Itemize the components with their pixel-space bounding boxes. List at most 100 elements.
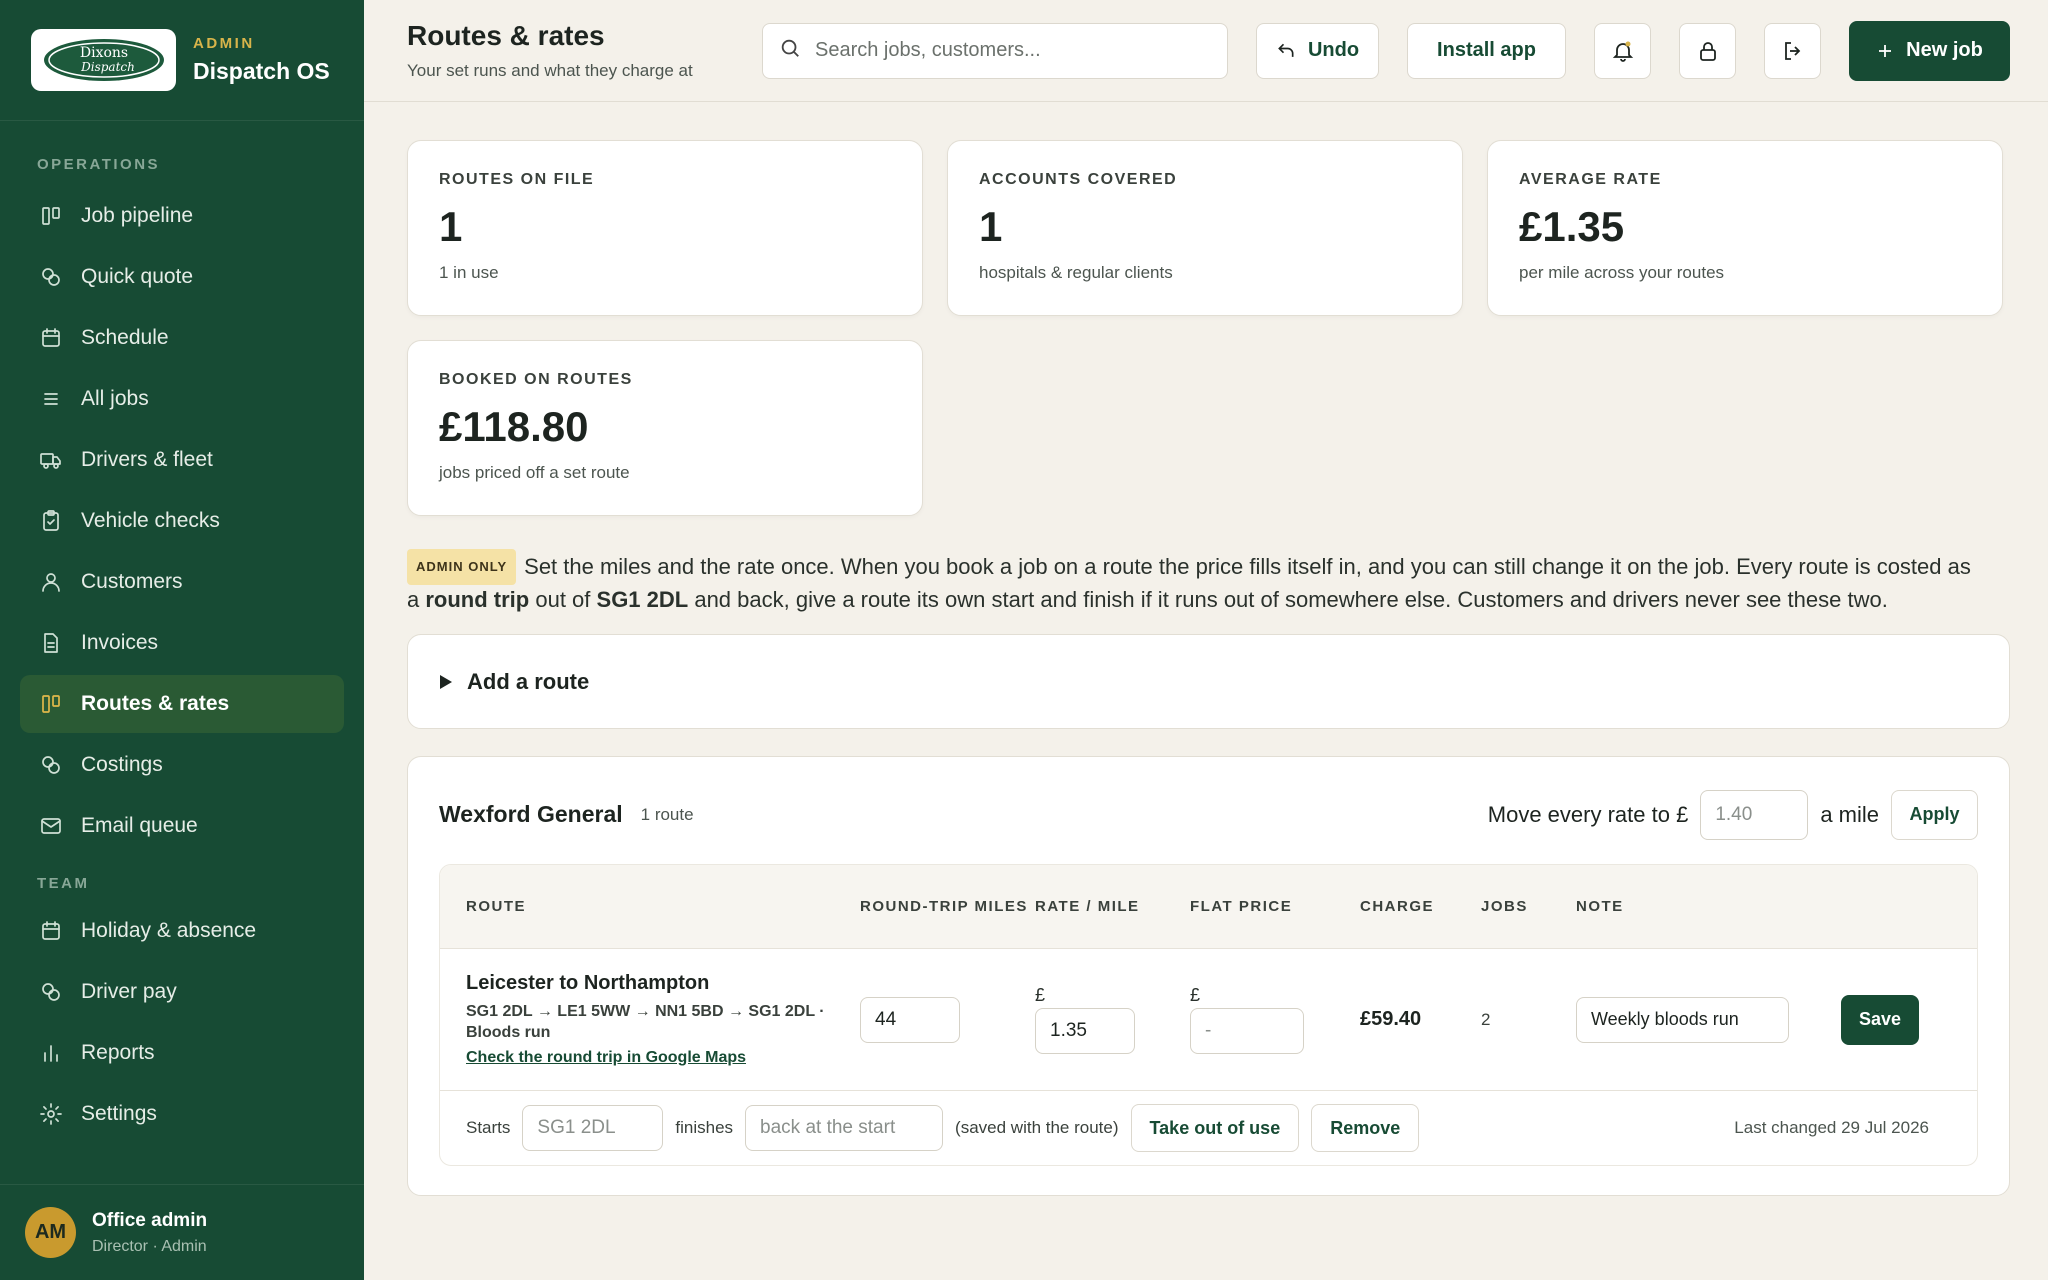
take-out-of-use-button[interactable]: Take out of use [1130,1104,1300,1152]
flat-currency: £ [1190,985,1201,1005]
brand: Dixons Dispatch ADMIN Dispatch OS [0,0,364,121]
flat-price-input[interactable] [1190,1008,1304,1054]
stat-label: ACCOUNTS COVERED [979,171,1178,188]
pipeline-icon [37,202,65,230]
apply-rate-button[interactable]: Apply [1891,789,1978,840]
search-box[interactable] [762,22,1228,79]
app-shell: Dixons Dispatch ADMIN Dispatch OS OPERAT… [0,0,2048,1280]
intro-bold-2: SG1 2DL [596,587,689,612]
main-content: Routes & rates Your set runs and what th… [364,0,2048,1280]
stat-card-average-rate: AVERAGE RATE £1.35 per mile across your … [1487,140,2003,316]
truck-icon [37,446,65,474]
stat-value: £1.35 [1519,203,1625,250]
new-job-button[interactable]: New job [1849,20,2010,81]
sidebar-item-label: Drivers & fleet [81,448,213,471]
lock-button[interactable] [1679,22,1736,79]
sidebar-item-drivers-fleet[interactable]: Drivers & fleet [20,431,344,489]
page-body: ROUTES ON FILE 1 1 in use ACCOUNTS COVER… [364,102,2048,1196]
stat-note: per mile across your routes [1519,263,1725,282]
install-label: Install app [1437,39,1536,61]
intro-bold-1: round trip [425,587,530,612]
stat-label: ROUTES ON FILE [439,171,595,188]
brand-kicker: ADMIN [193,35,255,52]
note-input[interactable] [1576,996,1789,1043]
stat-value: £118.80 [439,403,589,450]
search-input[interactable] [815,39,1195,62]
col-header-note: NOTE [1576,898,1624,915]
bulk-rate-control: Move every rate to £ a mile Apply [1488,789,1978,840]
charge-value: £59.40 [1360,1008,1422,1030]
mail-icon [37,812,65,840]
bulk-rate-input[interactable] [1700,789,1809,840]
sidebar-item-label: Schedule [81,326,169,349]
sign-out-button[interactable] [1764,22,1821,79]
nav-section-team: TEAM [37,875,90,892]
col-header-charge: CHARGE [1360,898,1435,915]
sidebar-item-vehicle-checks[interactable]: Vehicle checks [20,492,344,550]
caret-right-icon [440,674,452,689]
stat-value: 1 [439,203,463,250]
lock-icon [1699,41,1716,61]
last-changed: Last changed 29 Jul 2026 [1734,1118,1929,1137]
stat-note: 1 in use [439,263,499,282]
bell-icon [1612,41,1633,62]
notifications-button[interactable] [1594,22,1651,79]
sidebar-item-settings[interactable]: Settings [20,1085,344,1143]
user-profile[interactable]: AM Office admin Director · Admin [0,1184,364,1280]
google-maps-link[interactable]: Check the round trip in Google Maps [466,1049,746,1067]
col-header-flat: FLAT PRICE [1190,898,1293,915]
stat-label: AVERAGE RATE [1519,171,1662,188]
finish-postcode-input[interactable] [745,1105,944,1151]
add-route-toggle[interactable]: Add a route [407,634,2010,729]
page-title: Routes & rates [407,20,605,51]
sidebar-item-reports[interactable]: Reports [20,1024,344,1082]
rate-input[interactable] [1035,1008,1135,1054]
sidebar-item-invoices[interactable]: Invoices [20,614,344,672]
user-icon [37,568,65,596]
company-logo[interactable]: Dixons Dispatch [31,29,176,91]
sidebar-item-label: Reports [81,1041,155,1064]
sidebar-item-holiday-absence[interactable]: Holiday & absence [20,902,344,960]
sidebar-item-driver-pay[interactable]: Driver pay [20,963,344,1021]
sidebar-item-label: Costings [81,753,163,776]
sidebar-item-customers[interactable]: Customers [20,553,344,611]
sidebar-item-routes-rates[interactable]: Routes & rates [20,675,344,733]
brand-title: Dispatch OS [193,58,330,84]
plus-icon [1879,44,1892,57]
table-row: Leicester to Northampton SG1 2DL → LE1 5… [440,949,1977,1091]
col-header-miles: ROUND-TRIP MILES [860,897,1028,915]
sidebar: Dixons Dispatch ADMIN Dispatch OS OPERAT… [0,0,364,1280]
sidebar-item-job-pipeline[interactable]: Job pipeline [20,187,344,245]
list-icon [37,385,65,413]
remove-button[interactable]: Remove [1311,1104,1420,1152]
clipboard-check-icon [37,507,65,535]
sidebar-item-all-jobs[interactable]: All jobs [20,370,344,428]
pipeline-icon [37,690,65,718]
intro-text-2: out of [529,587,597,612]
sidebar-item-label: Customers [81,570,183,593]
undo-icon [1278,43,1294,57]
sidebar-item-label: Invoices [81,631,159,654]
col-header-rate: RATE / MILE [1035,898,1140,915]
col-header-jobs: JOBS [1481,898,1528,915]
undo-button[interactable]: Undo [1256,22,1379,79]
sidebar-item-quick-quote[interactable]: Quick quote [20,248,344,306]
install-app-button[interactable]: Install app [1407,22,1566,79]
logo-text-2: Dispatch [80,60,135,74]
coins-icon [37,263,65,291]
sidebar-item-email-queue[interactable]: Email queue [20,797,344,855]
undo-label: Undo [1307,39,1360,61]
sidebar-item-costings[interactable]: Costings [20,736,344,794]
bulk-rate-suffix: a mile [1820,801,1879,827]
start-postcode-input[interactable] [522,1105,664,1151]
admin-only-badge: ADMIN ONLY [407,549,517,585]
save-button[interactable]: Save [1841,994,1919,1045]
sidebar-item-label: Quick quote [81,265,194,288]
stat-note: jobs priced off a set route [439,463,630,482]
col-header-route: ROUTE [466,898,526,915]
topbar: Routes & rates Your set runs and what th… [364,0,2048,102]
route-settings-row: Starts finishes (saved with the route) T… [440,1091,1977,1165]
stat-card-booked: BOOKED ON ROUTES £118.80 jobs priced off… [407,340,923,516]
sidebar-item-schedule[interactable]: Schedule [20,309,344,367]
miles-input[interactable] [860,996,960,1043]
